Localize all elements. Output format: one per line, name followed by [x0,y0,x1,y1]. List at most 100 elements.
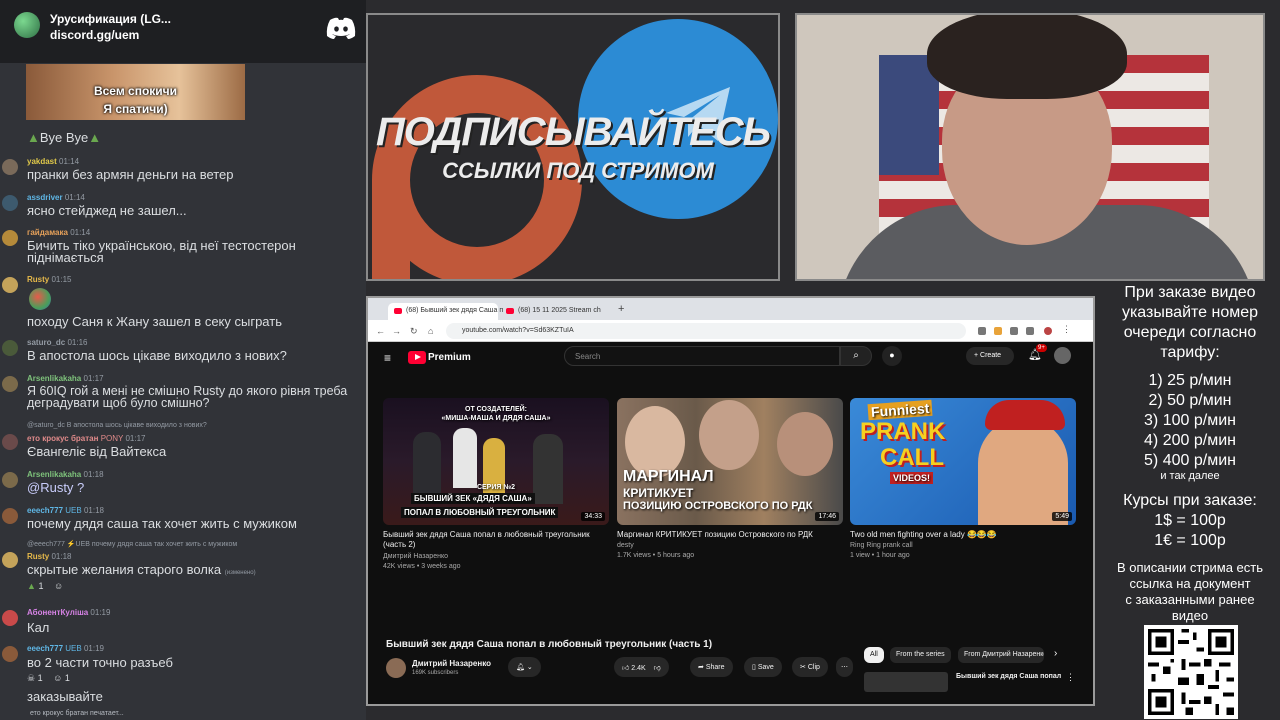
search-input[interactable]: Search [564,346,840,366]
video-title[interactable]: Маргинал КРИТИКУЕТ позицию Островского п… [617,530,843,540]
reply-preview[interactable]: @eeech777 ⚡UEB почему дядя саша так хоче… [27,540,237,548]
video-duration: 17:46 [815,512,839,521]
subscriber-count: 169K subscribers [412,670,459,676]
extension-icon[interactable] [1010,327,1018,335]
menu-dots-icon[interactable]: ⋮ [1062,324,1071,335]
video-thumbnail[interactable]: ОТ СОЗДАТЕЛЕЙ: «МИША-МАША И ДЯДЯ САША» С… [383,398,609,525]
user-avatar[interactable] [2,159,18,175]
username[interactable]: assdriver [27,193,63,202]
user-avatar[interactable] [2,646,18,662]
video-channel[interactable]: Дмитрий Назаренко [383,553,448,560]
server-name: Урусификация (LG... [50,12,171,26]
username[interactable]: saturo_dc [27,338,65,347]
username[interactable]: Rusty [27,275,49,284]
menu-dots-icon[interactable]: ⋮ [1066,672,1075,683]
hamburger-menu-icon[interactable]: ≡ [384,351,391,365]
video-channel[interactable]: desty [617,542,634,549]
share-button[interactable]: ➦ Share [690,657,733,677]
browser-tab-active[interactable]: (68) Бывший зек дядя Саша п [388,303,503,320]
video-title[interactable]: Бывший зек дядя Саша попал в любовный тр… [383,530,609,550]
username[interactable]: Arsenlikakaha [27,470,81,479]
info-line: и так далее [1160,470,1220,482]
chevron-right-icon[interactable]: › [1054,648,1057,659]
video-thumbnail[interactable]: МАРГИНАЛ КРИТИКУЕТ ПОЗИЦИЮ ОСТРОВСКОГО П… [617,398,843,525]
browser-tab[interactable]: (68) 15 11 2025 Stream ch [500,303,610,320]
time: 01:16 [67,338,88,347]
user-avatar[interactable] [2,340,18,356]
home-icon[interactable]: ⌂ [428,326,433,336]
user-badge: UEB [65,644,82,653]
username[interactable]: Arsenlikakaha [27,374,81,383]
extension-icon[interactable] [994,327,1002,335]
add-reaction-icon[interactable]: ☺ [54,581,63,591]
video-stats: 1 view • 1 hour ago [850,552,910,559]
username[interactable]: eeech777 [27,506,63,515]
username[interactable]: eeech777 [27,644,63,653]
user-avatar[interactable] [2,376,18,392]
save-button[interactable]: ▯ Save [744,657,782,677]
server-avatar [14,12,40,38]
user-avatar[interactable] [2,195,18,211]
create-button[interactable]: + Create [966,347,1014,365]
profile-icon[interactable] [1044,327,1052,335]
tariff-line: 1) 25 р/мин [1148,372,1232,389]
reload-icon[interactable]: ↻ [410,326,418,337]
video-thumbnail[interactable]: Funniest PRANK CALL VIDEOS! 5:49 [850,398,1076,525]
youtube-logo-icon[interactable] [408,351,426,364]
reaction[interactable]: ☠ 1 ☺ 1 [27,673,70,684]
video-duration: 34:33 [581,512,605,521]
username[interactable]: yakdast [27,157,57,166]
user-avatar[interactable] [2,434,18,450]
username[interactable]: ето крокус братан [27,434,98,443]
user-avatar[interactable] [2,472,18,488]
message-text[interactable]: @Rusty ? [27,481,84,494]
extension-icon[interactable] [1026,327,1034,335]
like-button[interactable]: 👍︎ 2.4K 👎︎ [614,657,669,677]
rate-line: 1€ = 100р [1154,532,1226,549]
subscribe-bell-button[interactable]: 🔔︎ ⌄ [508,657,541,677]
chat-image-attachment[interactable]: Всем спокичи Я спатичи) [26,64,245,120]
url-field[interactable]: youtube.com/watch?v=Sd63KZTuIA [446,323,966,339]
channel-name[interactable]: Дмитрий Назаренко [412,659,491,668]
youtube-premium-label[interactable]: Premium [428,352,471,363]
reaction[interactable]: ▲ 1 ☺ [27,581,63,591]
more-actions-button[interactable]: ⋯ [836,657,853,677]
filter-chip-series[interactable]: From the series [890,647,951,663]
user-avatar[interactable] [2,277,18,293]
sidebar-video-thumbnail[interactable] [864,672,948,692]
time: 01:14 [70,228,91,237]
channel-avatar[interactable] [386,658,406,678]
tab-bar: (68) Бывший зек дядя Саша п (68) 15 11 2… [368,298,1093,320]
filter-chip-channel[interactable]: From Дмитрий Назаренко [958,647,1044,663]
microphone-icon[interactable]: ● [882,346,902,366]
user-avatar[interactable] [2,610,18,626]
qr-code-icon [1144,625,1238,719]
forward-icon[interactable]: → [392,326,401,336]
new-tab-icon[interactable]: + [618,303,624,315]
discord-icon [326,17,356,39]
search-icon[interactable]: ⌕ [840,346,872,366]
username[interactable]: гайдамака [27,228,68,237]
username[interactable]: Rusty [27,552,49,561]
video-channel[interactable]: Ring Ring prank call [850,542,913,549]
thumb-text: PRANK [860,418,946,445]
info-line: с заказанными ранее [1125,592,1255,607]
account-avatar[interactable] [1054,347,1071,364]
banner-title: ПОДПИСЫВАЙТЕСЬ [375,110,771,154]
emoji-text: ▲Bye Bye▲ [27,130,102,145]
extension-icon[interactable] [978,327,986,335]
video-title[interactable]: Two old men fighting over a lady 😂😂😂 [850,530,1076,540]
username[interactable]: АбонентКулiша [27,608,88,617]
back-icon[interactable]: ← [376,326,385,336]
user-avatar[interactable] [2,552,18,568]
clip-button[interactable]: ✂ Clip [792,657,828,677]
filter-chip-all[interactable]: All [864,647,884,663]
reply-preview[interactable]: @saturo_dc В апостола шось цікаве виходи… [27,422,207,429]
server-invite-link[interactable]: discord.gg/uem [50,28,139,42]
user-avatar[interactable] [2,508,18,524]
info-line: При заказе видео [1124,284,1256,301]
user-avatar[interactable] [2,230,18,246]
thumb-text: «МИША-МАША И ДЯДЯ САША» [441,415,551,422]
sidebar-video-title[interactable]: Бывший зек дядя Саша попал [956,673,1061,680]
server-header[interactable]: Урусификация (LG... discord.gg/uem [0,0,366,63]
